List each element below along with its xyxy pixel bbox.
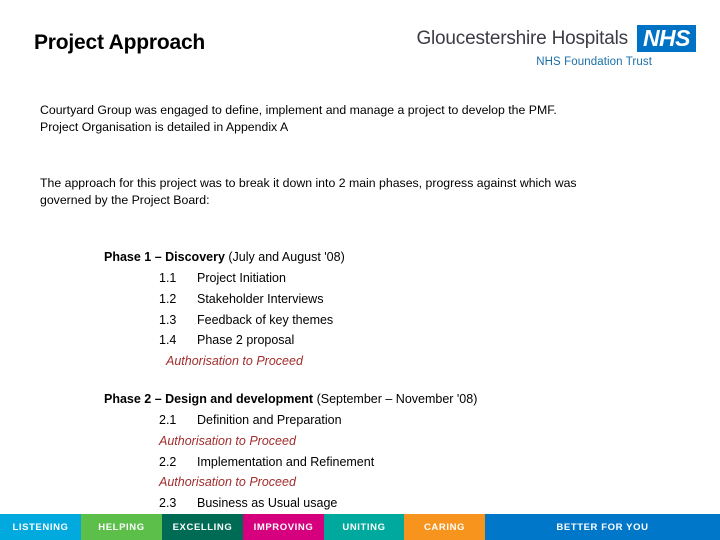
phases-container: Phase 1 – Discovery (July and August '08…: [40, 248, 680, 514]
paragraph-2-line-2: governed by the Project Board:: [40, 193, 210, 207]
phase-heading-dates: (September – November '08): [313, 391, 478, 406]
phase-heading-title: Phase 1 – Discovery: [104, 250, 225, 264]
phase-item-number: 1.1: [159, 271, 177, 285]
phase-item-number: 2.2: [159, 454, 177, 469]
phase-list-item: 2.1 Definition and Preparation: [104, 410, 680, 431]
phase-item-label: Project Initiation: [197, 271, 286, 285]
phase-block: Phase 1 – Discovery (July and August '08…: [104, 248, 680, 372]
phase-item-label: Phase 2 proposal: [197, 333, 295, 348]
paragraph-1-line-2: Project Organisation is detailed in Appe…: [40, 120, 289, 134]
footer-segment-uniting: UNITING: [324, 514, 404, 540]
nhs-logo-row: Gloucestershire Hospitals NHS: [416, 25, 696, 53]
slide-body: Courtyard Group was engaged to define, i…: [40, 102, 680, 514]
phase-list-item: 1.3 Feedback of key themes: [104, 310, 680, 331]
phase-block: Phase 2 – Design and development (Septem…: [104, 390, 680, 514]
authorisation-to-proceed-label: Authorisation to Proceed: [159, 475, 296, 490]
phase-spacer: [40, 372, 680, 390]
phase-item-label: Stakeholder Interviews: [197, 291, 324, 306]
phase-item-list: 1.1 Project Initiation 1.2 Stakeholder Inte…: [104, 268, 680, 372]
phase-heading: Phase 1 – Discovery (July and August '08…: [104, 248, 680, 266]
footer-segment-improving: IMPROVING: [243, 514, 324, 540]
phase-item-label: Implementation and Refinement: [197, 454, 375, 469]
phase-list-item: 2.2 Implementation and Refinement: [104, 452, 680, 473]
page-title: Project Approach: [34, 31, 206, 54]
phase-list-item: 1.1 Project Initiation: [104, 268, 680, 289]
nhs-logo-icon: NHS: [636, 25, 696, 53]
trust-name: Gloucestershire Hospitals: [416, 28, 628, 50]
phase-item-label: Business as Usual usage: [197, 496, 338, 511]
phase-heading-title: Phase 2 – Design and development: [104, 391, 314, 406]
trust-subtitle: NHS Foundation Trust: [536, 56, 652, 69]
paragraph-2: The approach for this project was to bre…: [40, 175, 680, 209]
nhs-logo: Gloucestershire Hospitals NHS NHS Founda…: [416, 25, 696, 69]
paragraph-1-line-1: Courtyard Group was engaged to define, i…: [40, 103, 557, 117]
phases-spacer: [40, 209, 680, 248]
phase-item-number: 1.3: [159, 312, 177, 327]
phase-item-number: 1.4: [159, 333, 177, 348]
phase-list-item: 1.2 Stakeholder Interviews: [104, 289, 680, 310]
footer-segment-caring: CARING: [404, 514, 485, 540]
paragraph-1: Courtyard Group was engaged to define, i…: [40, 102, 680, 136]
phase-item-label: Definition and Preparation: [197, 412, 342, 427]
phase-item-number: 1.2: [159, 291, 177, 306]
authorisation-to-proceed-label: Authorisation to Proceed: [159, 433, 296, 448]
paragraph-2-line-1: The approach for this project was to bre…: [40, 176, 577, 190]
footer-values-bar: LISTENING HELPING EXCELLING IMPROVING UNITIN…: [0, 514, 720, 540]
phase-item-label: Feedback of key themes: [197, 312, 334, 327]
phase-list-item: 2.3 Business as Usual usage: [104, 493, 680, 514]
footer-segment-better-for-you: BETTER FOR YOU: [485, 514, 720, 540]
phase-heading: Phase 2 – Design and development (Septem…: [104, 390, 680, 408]
phase-item-number: 2.3: [159, 496, 177, 511]
authorisation-to-proceed-label: Authorisation to Proceed: [166, 354, 303, 369]
footer-segment-excelling: EXCELLING: [162, 514, 243, 540]
phase-heading-dates: (July and August '08): [224, 250, 345, 264]
phase-item-number: 2.1: [159, 412, 177, 427]
phase-list-item: 1.4 Phase 2 proposal: [104, 330, 680, 351]
phase-item-list: 2.1 Definition and Preparation Authorisati…: [104, 410, 680, 514]
footer-segment-helping: HELPING: [81, 514, 162, 540]
footer-segment-listening: LISTENING: [0, 514, 81, 540]
